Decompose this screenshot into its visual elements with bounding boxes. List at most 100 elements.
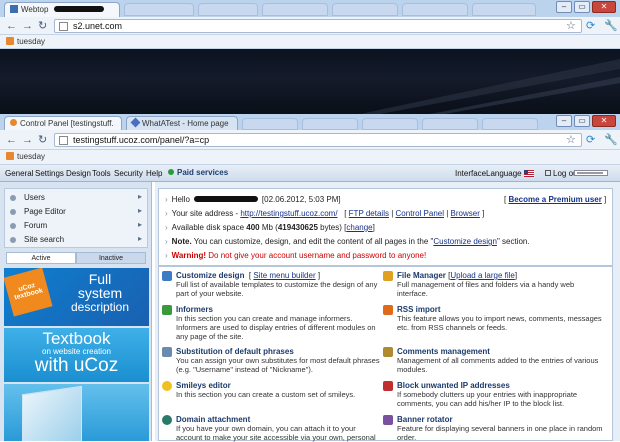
menu-design[interactable]: Design (66, 169, 91, 178)
inner-close-button[interactable]: ✕ (592, 115, 616, 127)
feature-title[interactable]: Comments management (397, 347, 490, 356)
ad-full-system-description[interactable]: uCoz textbook Full system description (4, 268, 149, 326)
become-premium-link[interactable]: Become a Premium user (508, 195, 601, 204)
inner-tab2-title: WhatATest - Home page (142, 119, 229, 128)
feature-desc: This feature allows you to import news, … (397, 314, 602, 332)
wrench-icon[interactable]: 🔧 (604, 20, 618, 32)
site-menu-builder-link[interactable]: Site menu builder (253, 271, 315, 280)
bookmark-tuesday[interactable]: tuesday (6, 37, 45, 46)
sidebar-item-page-editor[interactable]: Page Editor ▸ (4, 205, 148, 219)
minimize-button[interactable]: – (556, 1, 572, 13)
close-button[interactable]: ✕ (592, 1, 616, 13)
background-tab[interactable] (198, 3, 258, 16)
change-disk-link[interactable]: change (346, 223, 372, 232)
ad2-line3: with uCoz (34, 355, 119, 376)
feature-title[interactable]: Informers (176, 305, 213, 314)
feature-title[interactable]: Smileys editor (176, 381, 231, 390)
menu-tools[interactable]: Tools (92, 169, 111, 178)
tab-active[interactable]: Active (6, 252, 76, 264)
disk-unit: Mb ( (261, 223, 278, 232)
maximize-button[interactable]: ▭ (574, 1, 590, 13)
language-menu[interactable]: Language (486, 169, 534, 178)
inner-nav-bar: ← → ↻ testingstuff.ucoz.com/panel/?a=cp … (0, 130, 620, 150)
width-slider[interactable] (574, 170, 608, 176)
reload-icon[interactable]: ↻ (38, 134, 47, 146)
menu-help[interactable]: Help (146, 169, 162, 178)
feature-title[interactable]: Substitution of default phrases (176, 347, 294, 356)
background-tab[interactable] (302, 118, 358, 130)
menu-settings[interactable]: Settings (35, 169, 64, 178)
inner-maximize-button[interactable]: ▭ (574, 115, 590, 127)
forum-icon (10, 223, 16, 229)
background-tab[interactable] (402, 3, 468, 16)
paid-services-link[interactable]: Paid services (168, 168, 228, 177)
interface-menu[interactable]: Interface (455, 169, 486, 178)
chevron-right-icon: ▸ (137, 234, 142, 243)
background-tab[interactable] (362, 118, 418, 130)
inner-address-bar[interactable]: testingstuff.ucoz.com/panel/?a=cp (54, 133, 582, 147)
outer-address-bar[interactable]: s2.unet.com (54, 19, 582, 33)
background-tab[interactable] (422, 118, 478, 130)
domain-icon (162, 415, 172, 425)
background-tab[interactable] (332, 3, 398, 16)
inner-tab-control-panel[interactable]: Control Panel [testingstuff. (4, 116, 122, 130)
feature-title[interactable]: Banner rotator (397, 415, 453, 424)
inner-tab-whatatest[interactable]: WhatATest - Home page (126, 116, 238, 130)
site-address-row: › Your site address - http://testingstuff… (165, 209, 485, 218)
site-url-link[interactable]: http://testingstuff.ucoz.com/ (240, 209, 337, 218)
page-icon (59, 22, 68, 31)
forward-icon[interactable]: → (22, 134, 33, 146)
ftp-details-link[interactable]: FTP details (349, 209, 389, 218)
background-tab[interactable] (262, 3, 328, 16)
warning-label: Warning! (171, 251, 207, 260)
file-manager-icon (383, 271, 393, 281)
bookmark-tuesday[interactable]: tuesday (6, 152, 45, 161)
page-editor-icon (10, 209, 16, 215)
feature-substitution: Substitution of default phrases You can … (162, 347, 382, 374)
forward-icon[interactable]: → (22, 20, 33, 32)
logout-icon (545, 170, 551, 176)
sidebar-item-users[interactable]: Users ▸ (4, 191, 148, 205)
feature-title[interactable]: RSS import (397, 305, 441, 314)
extension-icon[interactable]: ⟳ (586, 134, 595, 146)
wrench-icon[interactable]: 🔧 (604, 134, 618, 146)
bookmark-star-icon[interactable]: ☆ (566, 134, 576, 146)
outer-tab-webtop[interactable]: Webtop (4, 2, 120, 17)
reload-icon[interactable]: ↻ (38, 20, 47, 32)
menu-general[interactable]: General (5, 169, 33, 178)
customize-design-link[interactable]: Customize design (433, 237, 497, 246)
background-tab[interactable] (242, 118, 298, 130)
tab-inactive[interactable]: Inactive (76, 252, 146, 264)
sidebar-item-forum[interactable]: Forum ▸ (4, 219, 148, 233)
feature-title[interactable]: Block unwanted IP addresses (397, 381, 510, 390)
sidebar-item-site-search[interactable]: Site search ▸ (4, 233, 148, 247)
upload-large-file-link[interactable]: Upload a large file (450, 271, 514, 280)
control-panel-link[interactable]: Control Panel (396, 209, 444, 218)
feature-title[interactable]: Customize design (176, 271, 244, 280)
menu-security[interactable]: Security (114, 169, 143, 178)
ad-book-cover-image[interactable] (4, 384, 149, 441)
back-icon[interactable]: ← (6, 20, 17, 32)
extension-icon[interactable]: ⟳ (586, 20, 595, 32)
background-tab[interactable] (472, 3, 536, 16)
ad2-line1: Textbook (42, 329, 111, 348)
feature-desc: Feature for displaying several banners i… (397, 424, 603, 442)
bullet-icon: › (165, 251, 168, 260)
feature-file-manager: File Manager [Upload a large file] Full … (383, 271, 603, 298)
bookmark-star-icon[interactable]: ☆ (566, 20, 576, 32)
feature-block-ip: Block unwanted IP addresses If somebody … (383, 381, 603, 408)
bookmark-icon (6, 152, 14, 160)
ad-textbook[interactable]: Textbook on website creation with uCoz (4, 328, 149, 382)
feature-desc: Management of all comments added to the … (397, 356, 599, 374)
feature-domain-attachment: Domain attachment If you have your own d… (162, 415, 382, 442)
inner-bookmarks-bar: tuesday (0, 150, 620, 165)
feature-title[interactable]: File Manager (397, 271, 446, 280)
back-icon[interactable]: ← (6, 134, 17, 146)
browser-link[interactable]: Browser (451, 209, 480, 218)
outer-nav-bar: ← → ↻ s2.unet.com ☆ ⟳ 🔧 (0, 17, 620, 35)
background-tab[interactable] (124, 3, 194, 16)
main-panel: › Hello [02.06.2012, 5:03 PM] [ Become a P… (155, 182, 620, 442)
background-tab[interactable] (482, 118, 538, 130)
inner-minimize-button[interactable]: – (556, 115, 572, 127)
feature-title[interactable]: Domain attachment (176, 415, 250, 424)
